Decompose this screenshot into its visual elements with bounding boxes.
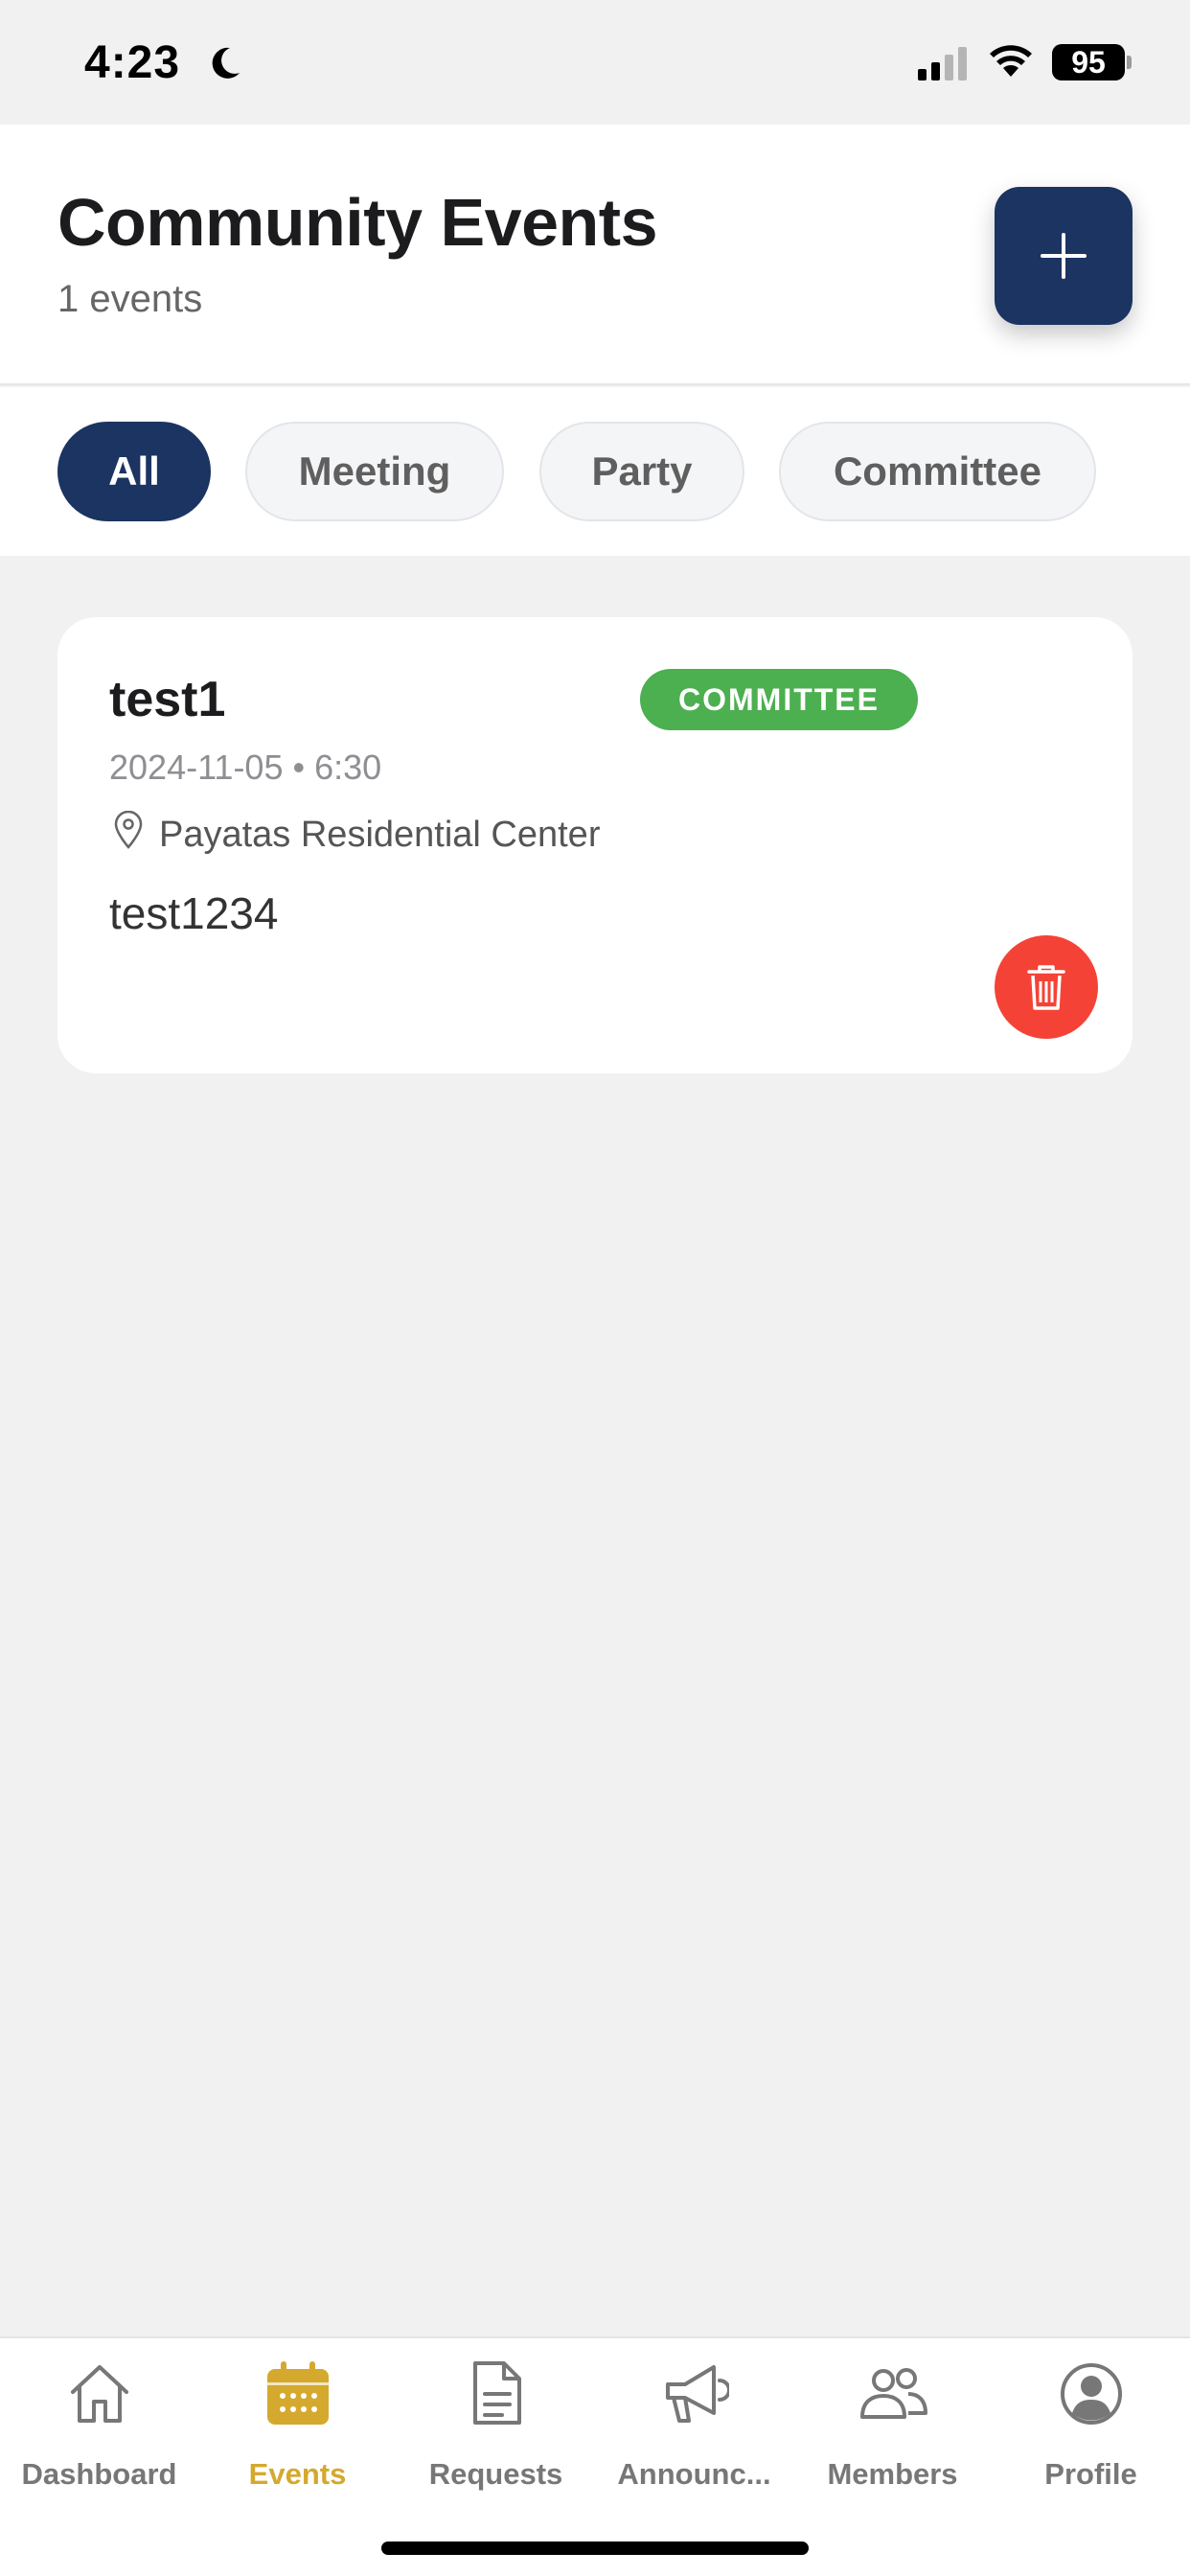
document-icon: [473, 2361, 521, 2425]
megaphone-icon: [666, 2365, 729, 2423]
status-bar: 4:23 95: [0, 0, 1190, 125]
tab-label-profile: Profile: [1044, 2457, 1137, 2491]
filter-bar: All Meeting Party Committee: [0, 387, 1190, 556]
tab-members[interactable]: Members: [793, 2359, 992, 2494]
delete-event-button[interactable]: [995, 935, 1098, 1039]
battery-cap: [1127, 56, 1132, 69]
battery-indicator: 95: [1052, 44, 1125, 80]
moon-icon: [212, 47, 240, 79]
event-title: test1: [109, 672, 226, 727]
event-location: Payatas Residential Center: [159, 815, 601, 855]
home-indicator[interactable]: [381, 2542, 809, 2555]
filter-chip-committee[interactable]: Committee: [779, 422, 1096, 521]
tab-profile[interactable]: Profile: [992, 2359, 1190, 2494]
calendar-icon: [267, 2361, 329, 2425]
page-title: Community Events: [57, 185, 658, 260]
profile-icon: [1061, 2363, 1122, 2425]
page-header: Community Events 1 events: [0, 125, 1190, 385]
trash-icon: [1027, 965, 1065, 1010]
tab-events[interactable]: Events: [198, 2359, 397, 2494]
filter-chip-all[interactable]: All: [57, 422, 211, 521]
signal-icon: [918, 47, 967, 80]
tab-label-events: Events: [248, 2457, 347, 2491]
status-time: 4:23: [84, 37, 181, 88]
bottom-tab-bar: Dashboard Events Requests Announc... Mem…: [0, 2336, 1190, 2576]
event-description: test1234: [109, 888, 279, 938]
tab-label-announcements: Announc...: [617, 2457, 771, 2491]
tab-label-requests: Requests: [428, 2457, 563, 2491]
event-category-badge: COMMITTEE: [640, 669, 918, 730]
home-icon: [71, 2365, 128, 2423]
plus-icon: [1041, 233, 1087, 279]
filter-chip-party[interactable]: Party: [539, 422, 744, 521]
tab-requests[interactable]: Requests: [397, 2359, 595, 2494]
tab-dashboard[interactable]: Dashboard: [0, 2359, 198, 2494]
filter-chip-meeting[interactable]: Meeting: [245, 422, 504, 521]
tab-announcements[interactable]: Announc...: [595, 2359, 793, 2494]
members-icon: [860, 2368, 927, 2419]
add-event-button[interactable]: [995, 187, 1133, 325]
event-datetime: 2024-11-05 • 6:30: [109, 748, 382, 787]
event-card[interactable]: test1 COMMITTEE 2024-11-05 • 6:30 Payata…: [57, 617, 1133, 1073]
events-count: 1 events: [57, 278, 203, 320]
wifi-icon: [990, 45, 1032, 77]
tab-label-members: Members: [827, 2457, 958, 2491]
location-pin-icon: [114, 811, 143, 849]
tab-label-dashboard: Dashboard: [21, 2457, 177, 2491]
